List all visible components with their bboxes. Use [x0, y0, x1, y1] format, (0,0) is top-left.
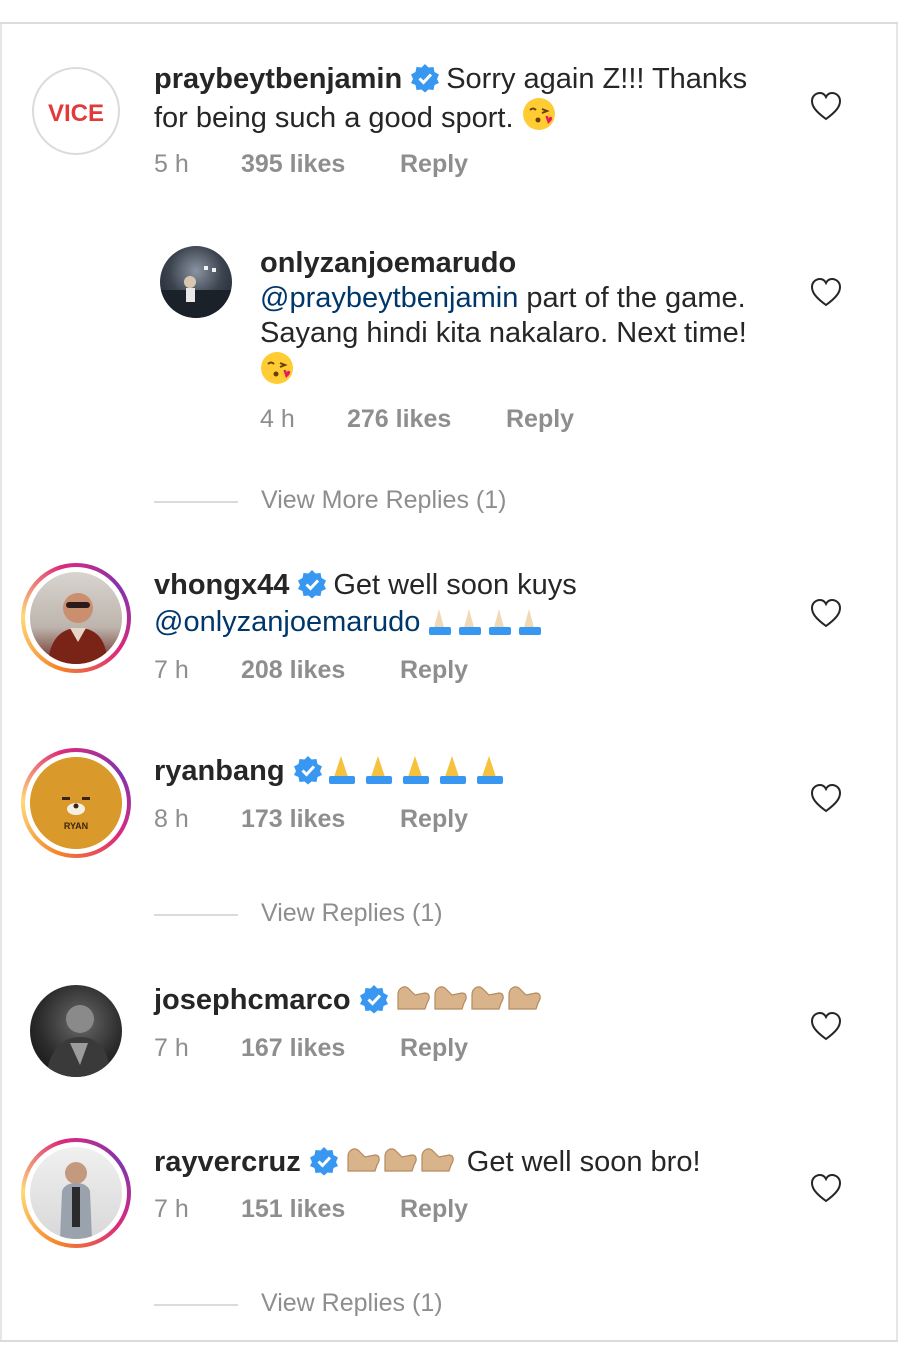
bottom-border [0, 1340, 898, 1346]
profile-photo [60, 1162, 92, 1239]
comment-meta: 8 h 173 likes Reply [154, 805, 554, 835]
comment-text: part of the game. [518, 282, 746, 314]
praying-hands-emoji-icon [428, 609, 541, 635]
comment-meta: 7 h 167 likes Reply [154, 1034, 554, 1064]
avatar-rayvercruz[interactable] [30, 1147, 122, 1239]
comment-meta: 5 h 395 likes Reply [154, 150, 554, 180]
comment-onlyzanjoemarudo: onlyzanjoemarudo @praybeytbenjamin part … [260, 246, 800, 390]
avatar-ryanbang[interactable]: RYAN [30, 757, 122, 849]
username[interactable]: vhongx44 [154, 569, 289, 601]
timestamp: 7 h [154, 1034, 189, 1062]
likes-count[interactable]: 276 likes [347, 405, 451, 434]
kiss-face-emoji-icon [522, 98, 555, 130]
view-replies-label[interactable]: View Replies (1) [261, 1289, 443, 1318]
story-ring[interactable]: RYAN [21, 748, 131, 858]
left-border [0, 24, 2, 1346]
reply-button[interactable]: Reply [400, 1195, 468, 1224]
top-bar [0, 0, 898, 24]
praying-hands-emoji-icon [328, 756, 503, 784]
comment-meta: 7 h 151 likes Reply [154, 1195, 554, 1225]
heart-icon[interactable] [810, 277, 842, 307]
avatar-onlyzanjoemarudo[interactable] [160, 246, 232, 318]
verified-badge-icon [293, 756, 322, 785]
comment-text: Get well soon bro! [466, 1146, 701, 1178]
story-ring[interactable] [21, 1138, 131, 1248]
username[interactable]: rayvercruz [154, 1146, 301, 1178]
profile-photo [46, 1005, 110, 1077]
comment-ryanbang: ryanbang [154, 752, 774, 789]
avatar-label: RYAN [64, 821, 88, 831]
story-ring[interactable] [21, 563, 131, 673]
kiss-face-emoji-icon [261, 352, 293, 384]
reply-button[interactable]: Reply [400, 805, 468, 834]
heart-icon[interactable] [810, 783, 842, 813]
avatar-label: VICE [48, 100, 104, 127]
flexed-biceps-emoji-icon [397, 986, 541, 1010]
comment-vhongx44: vhongx44 Get well soon kuys @onlyzanjoema… [154, 568, 774, 640]
likes-count[interactable]: 151 likes [241, 1195, 345, 1224]
likes-count[interactable]: 395 likes [241, 150, 345, 179]
heart-icon[interactable] [810, 1011, 842, 1041]
username[interactable]: ryanbang [154, 755, 285, 787]
timestamp: 5 h [154, 150, 189, 178]
flexed-biceps-emoji-icon [347, 1148, 454, 1172]
username[interactable]: onlyzanjoemarudo [260, 247, 516, 279]
reply-button[interactable]: Reply [400, 656, 468, 685]
divider-line [154, 1304, 238, 1306]
comment-meta: 7 h 208 likes Reply [154, 656, 554, 686]
heart-icon[interactable] [810, 91, 842, 121]
timestamp: 7 h [154, 1195, 189, 1223]
comment-text-line2: Sayang hindi kita nakalaro. Next time! [260, 317, 747, 349]
profile-photo [48, 593, 108, 664]
timestamp: 4 h [260, 405, 295, 433]
avatar-vhongx44[interactable] [30, 572, 122, 664]
mention-link[interactable]: @praybeytbenjamin [260, 282, 518, 314]
reply-button[interactable]: Reply [400, 1034, 468, 1063]
likes-count[interactable]: 208 likes [241, 656, 345, 685]
username[interactable]: josephcmarco [154, 984, 351, 1016]
verified-badge-icon [309, 1147, 338, 1176]
comment-text-line2: for being such a good sport. [154, 102, 514, 134]
timestamp: 7 h [154, 656, 189, 684]
avatar-praybeytbenjamin[interactable]: VICE [32, 67, 120, 155]
heart-icon[interactable] [810, 598, 842, 628]
comment-josephcmarco: josephcmarco [154, 981, 774, 1018]
comment-praybeytbenjamin: praybeytbenjamin Sorry again Z!!! Thanks … [154, 62, 774, 136]
comment-meta: 4 h 276 likes Reply [260, 405, 660, 435]
ryan-character: RYAN [30, 757, 122, 849]
comment-text: Sorry again Z!!! Thanks [446, 63, 748, 95]
heart-icon[interactable] [810, 1173, 842, 1203]
avatar-josephcmarco[interactable] [30, 985, 122, 1077]
view-replies-button[interactable]: View Replies (1) [154, 899, 554, 931]
comment-rayvercruz: rayvercruz Get well soon bro! [154, 1143, 794, 1180]
divider-line [154, 501, 238, 503]
view-replies-label[interactable]: View Replies (1) [261, 899, 443, 928]
vice-logo: VICE [48, 100, 104, 127]
view-replies-button[interactable]: View Replies (1) [154, 1289, 554, 1321]
verified-badge-icon [298, 570, 327, 599]
likes-count[interactable]: 173 likes [241, 805, 345, 834]
verified-badge-icon [359, 985, 388, 1014]
view-replies-label[interactable]: View More Replies (1) [261, 486, 506, 515]
verified-badge-icon [411, 64, 440, 93]
view-more-replies-button[interactable]: View More Replies (1) [154, 486, 554, 518]
stadium-photo [160, 266, 232, 318]
timestamp: 8 h [154, 805, 189, 833]
comment-text: Get well soon kuys [333, 569, 577, 601]
mention-link[interactable]: @onlyzanjoemarudo [154, 606, 420, 638]
divider-line [154, 914, 238, 916]
likes-count[interactable]: 167 likes [241, 1034, 345, 1063]
reply-button[interactable]: Reply [400, 150, 468, 179]
reply-button[interactable]: Reply [506, 405, 574, 434]
username[interactable]: praybeytbenjamin [154, 63, 402, 95]
